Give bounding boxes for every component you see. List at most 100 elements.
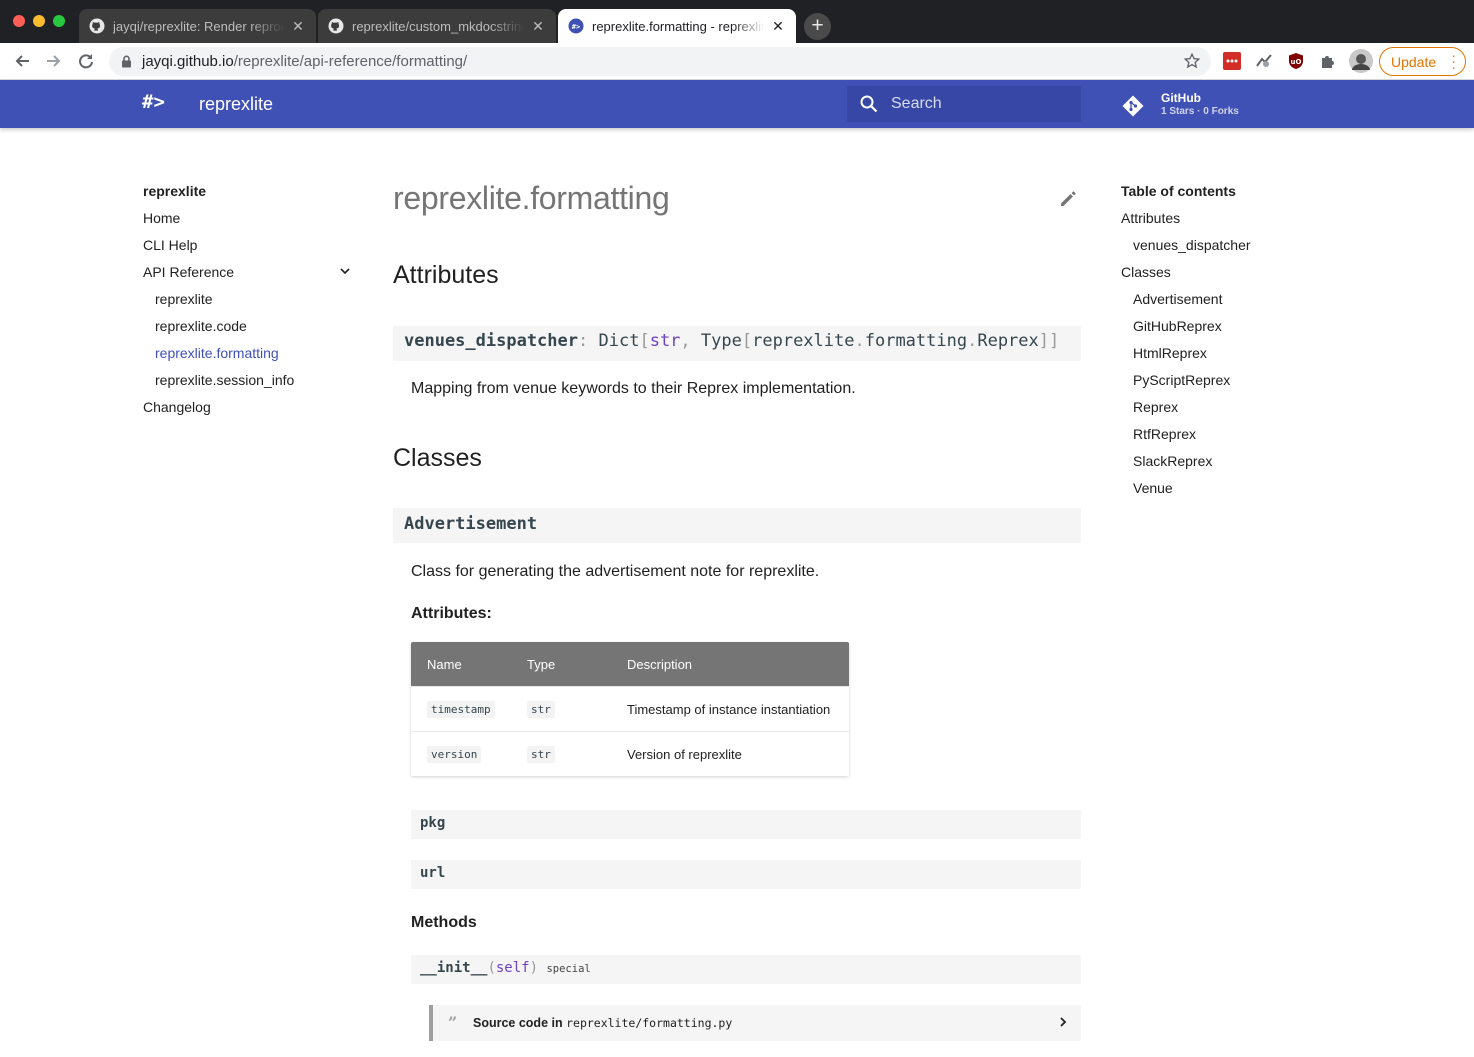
site-title[interactable]: reprexlite [199,94,273,115]
attr-name: timestamp [427,701,495,718]
attributes-table: Name Type Description timestamp str Time… [411,642,849,776]
column-header-type: Type [527,657,556,672]
minimize-window-button[interactable] [33,15,45,27]
nav-item-api-reference[interactable]: API Reference [143,262,353,289]
toc-item-classes[interactable]: Classes [1121,262,1361,289]
column-header-name: Name [427,657,462,672]
init-method-signature: __init__(self) special [411,955,1081,984]
address-bar[interactable]: jayqi.github.io/reprexlite/api-reference… [109,47,1211,76]
nav-item-reprexlite-code[interactable]: reprexlite.code [143,316,353,343]
column-header-description: Description [627,657,693,672]
toc-item-venue[interactable]: Venue [1121,478,1361,505]
classes-heading: Classes [393,444,482,472]
forward-button[interactable] [42,49,66,73]
attributes-label: Attributes: [411,605,492,622]
table-row: timestamp str Timestamp of instance inst… [411,686,849,731]
browser-tab[interactable]: jayqi/reprexlite: Render reproducible ex… [79,9,316,43]
update-label: Update [1391,53,1437,70]
site-header: #> reprexlite Search GitHub 1 Stars · 0 … [0,80,1474,128]
repo-name: GitHub [1161,91,1201,105]
table-row: version str Version of reprexlite [411,731,849,776]
profile-avatar[interactable] [1349,49,1373,73]
browser-tab-active[interactable]: #> reprexlite.formatting - reprexlite ✕ [558,9,796,43]
class-signature: Advertisement [393,508,1081,543]
repo-facts: 1 Stars · 0 Forks [1161,106,1239,117]
source-label: Source code in reprexlite/formatting.py [473,1016,733,1030]
extensions-puzzle-icon[interactable] [1319,52,1337,70]
reload-button[interactable] [74,49,98,73]
nav-item-cli-help[interactable]: CLI Help [143,235,353,262]
forward-arrow-icon [47,55,61,67]
attr-type: str [527,746,555,763]
git-icon [1122,95,1144,117]
browser-tab[interactable]: reprexlite/custom_mkdocstrings ✕ [318,9,556,43]
extension-icon[interactable] [1255,52,1273,70]
attr-description: Timestamp of instance instantiation [627,702,831,717]
source-code-toggle[interactable]: ” Source code in reprexlite/formatting.p… [429,1005,1081,1041]
nav-title: reprexlite [143,183,207,199]
page-title: reprexlite.formatting [393,180,670,216]
nav-item-reprexlite[interactable]: reprexlite [143,289,353,316]
attr-name: version [427,746,482,763]
nav-item-label: API Reference [143,264,235,280]
ublock-origin-icon[interactable]: uO [1287,52,1305,70]
lock-icon [122,55,131,68]
nav-item-reprexlite-formatting[interactable]: reprexlite.formatting [143,343,353,370]
chevron-right-icon [1060,1017,1067,1027]
github-icon [89,18,105,34]
close-window-button[interactable] [13,15,25,27]
nav-item-changelog[interactable]: Changelog [143,397,353,424]
reprexlite-icon: #> [568,18,584,34]
nav-item-home[interactable]: Home [143,208,353,235]
more-vert-icon: · · · [1451,47,1456,75]
site-logo[interactable]: #> [142,91,165,113]
nav-item-reprexlite-session-info[interactable]: reprexlite.session_info [143,370,353,397]
attr-description: Version of reprexlite [627,747,742,762]
svg-text:#>: #> [572,23,580,31]
attributes-heading: Attributes [393,261,499,289]
update-button[interactable]: Update · · · [1379,47,1466,76]
close-icon[interactable]: ✕ [770,18,786,35]
chevron-down-icon[interactable] [339,265,351,277]
toc-item-githubreprex[interactable]: GitHubReprex [1121,316,1361,343]
special-label: special [546,963,591,975]
search-icon [860,95,878,113]
tab-title: jayqi/reprexlite: Render reproducible ex… [113,18,284,34]
lastpass-extension-icon[interactable] [1223,52,1241,70]
github-icon [328,18,344,34]
quote-icon: ” [448,1013,458,1032]
venues-dispatcher-signature: venues_dispatcher: Dict[str, Type[reprex… [393,326,1081,361]
table-of-contents: Table of contents Attributes venues_disp… [1121,181,1361,505]
tab-title: reprexlite/custom_mkdocstrings [352,18,524,34]
toc-item-advertisement[interactable]: Advertisement [1121,289,1361,316]
search-input[interactable]: Search [847,86,1081,122]
svg-text:uO: uO [1291,58,1302,66]
venues-description: Mapping from venue keywords to their Rep… [411,380,856,397]
back-arrow-icon [15,55,29,67]
back-button[interactable] [10,49,34,73]
toc-item-slackreprex[interactable]: SlackReprex [1121,451,1361,478]
primary-nav: reprexlite Home CLI Help API Reference r… [143,181,353,424]
close-icon[interactable]: ✕ [530,18,546,35]
url-text: jayqi.github.io/reprexlite/api-reference… [142,53,468,70]
toc-item-rtfreprex[interactable]: RtfReprex [1121,424,1361,451]
toc-item-htmlreprex[interactable]: HtmlReprex [1121,343,1361,370]
browser-tab-bar: jayqi/reprexlite: Render reproducible ex… [0,0,1474,43]
toc-item-venues-dispatcher[interactable]: venues_dispatcher [1121,235,1361,262]
toc-title: Table of contents [1121,183,1236,199]
new-tab-button[interactable]: + [804,13,831,40]
table-header: Name Type Description [411,642,849,686]
attr-type: str [527,701,555,718]
toc-item-pyscriptreprex[interactable]: PyScriptReprex [1121,370,1361,397]
toc-item-attributes[interactable]: Attributes [1121,208,1361,235]
edit-pencil-icon[interactable] [1058,189,1078,209]
browser-toolbar: jayqi.github.io/reprexlite/api-reference… [0,43,1474,80]
maximize-window-button[interactable] [53,15,65,27]
close-icon[interactable]: ✕ [290,18,306,35]
class-description: Class for generating the advertisement n… [411,563,820,580]
member-url: url [411,860,1081,889]
bookmark-star-icon[interactable] [1183,52,1201,70]
search-placeholder: Search [891,95,942,112]
reload-icon [79,54,93,69]
toc-item-reprex[interactable]: Reprex [1121,397,1361,424]
